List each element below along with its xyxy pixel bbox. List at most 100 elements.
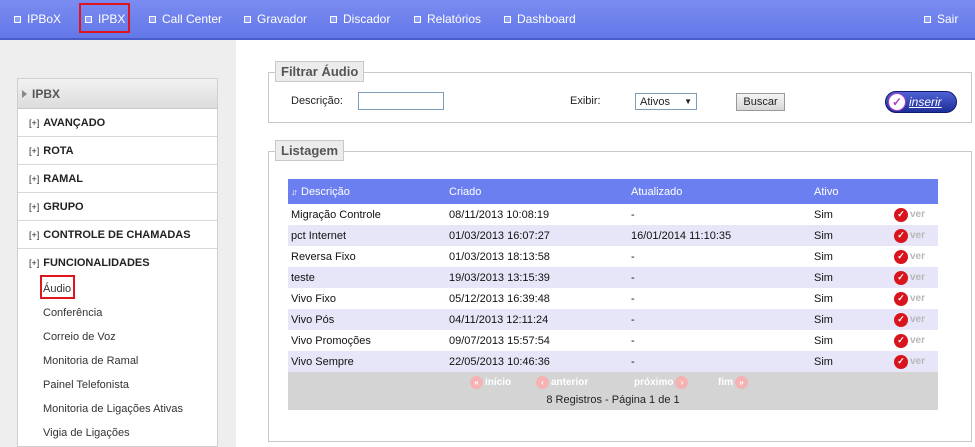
nav-item-dashboard[interactable]: Dashboard bbox=[504, 12, 576, 26]
table-row: pct Internet 01/03/2013 16:07:27 16/01/2… bbox=[288, 225, 938, 246]
ver-link[interactable]: ✓ ver bbox=[894, 333, 938, 348]
table-row: Migração Controle 08/11/2013 10:08:19 - … bbox=[288, 204, 938, 225]
ver-label: ver bbox=[910, 272, 926, 283]
buscar-button[interactable]: Buscar bbox=[736, 93, 785, 111]
highlight-box-ipbx bbox=[79, 3, 130, 33]
cell-ativo: Sim bbox=[814, 271, 833, 284]
exibir-select[interactable]: Ativos ▼ bbox=[635, 93, 697, 110]
cell-criado: 01/03/2013 18:13:58 bbox=[449, 250, 550, 263]
descricao-label: Descrição: bbox=[291, 95, 343, 107]
cell-ativo: Sim bbox=[814, 208, 833, 221]
nav-bullet-icon bbox=[149, 15, 156, 23]
pager-previous-label: anterior bbox=[551, 377, 589, 388]
ver-link[interactable]: ✓ ver bbox=[894, 291, 938, 306]
sidebar-item-correio-de-voz[interactable]: Correio de Voz bbox=[18, 325, 217, 349]
descricao-input[interactable] bbox=[358, 92, 444, 110]
cell-descricao: Vivo Promoções bbox=[291, 334, 371, 347]
ver-label: ver bbox=[910, 293, 926, 304]
sidebar-item-painel-telefonista[interactable]: Painel Telefonista bbox=[18, 373, 217, 397]
inserir-button[interactable]: ✓ inserir bbox=[885, 91, 957, 113]
nav-item-label: Relatórios bbox=[427, 12, 482, 26]
filter-legend: Filtrar Áudio bbox=[275, 61, 365, 82]
table-row: Vivo Sempre 22/05/2013 10:46:36 - Sim ✓ v… bbox=[288, 351, 938, 372]
nav-bullet-icon bbox=[414, 15, 421, 23]
pager-last[interactable]: fim» bbox=[718, 376, 748, 389]
pager-next[interactable]: próximo › bbox=[634, 376, 689, 389]
ver-link[interactable]: ✓ ver bbox=[894, 354, 938, 369]
main-content: Filtrar Áudio Descrição: Exibir: Ativos … bbox=[236, 40, 975, 447]
sidebar-category-ramal[interactable]: [+] RAMAL bbox=[18, 165, 217, 193]
cell-descricao: Vivo Sempre bbox=[291, 355, 354, 368]
pager-previous[interactable]: ‹ anterior bbox=[536, 376, 588, 389]
cell-atualizado: - bbox=[631, 334, 635, 347]
table-row: teste 19/03/2013 13:15:39 - Sim ✓ ver bbox=[288, 267, 938, 288]
sidebar-category-label: FUNCIONALIDADES bbox=[43, 257, 150, 269]
sidebar-category-funcionalidades[interactable]: [+] FUNCIONALIDADES bbox=[18, 249, 217, 277]
nav-item-label: Dashboard bbox=[517, 12, 576, 26]
nav-item-discador[interactable]: Discador bbox=[330, 12, 390, 26]
column-header-ativo[interactable]: Ativo bbox=[814, 186, 894, 198]
sidebar-category-avancado[interactable]: [+] AVANÇADO bbox=[18, 109, 217, 137]
pager-last-label: fim bbox=[718, 377, 733, 388]
check-circle-icon: ✓ bbox=[894, 312, 908, 327]
nav-item-gravador[interactable]: Gravador bbox=[244, 12, 307, 26]
cell-atualizado: - bbox=[631, 292, 635, 305]
column-header-descricao[interactable]: ↓↑ Descrição bbox=[288, 186, 449, 198]
sidebar-category-grupo[interactable]: [+] GRUPO bbox=[18, 193, 217, 221]
expand-icon: [+] bbox=[29, 145, 40, 156]
column-header-atualizado[interactable]: Atualizado bbox=[631, 186, 814, 198]
sidebar-category-controle-de-chamadas[interactable]: [+] CONTROLE DE CHAMADAS bbox=[18, 221, 217, 249]
cell-ativo: Sim bbox=[814, 229, 833, 242]
table-row: Reversa Fixo 01/03/2013 18:13:58 - Sim ✓… bbox=[288, 246, 938, 267]
nav-bullet-icon bbox=[14, 15, 21, 23]
exibir-label: Exibir: bbox=[570, 95, 601, 107]
ver-link[interactable]: ✓ ver bbox=[894, 312, 938, 327]
logout-link[interactable]: Sair bbox=[924, 12, 958, 26]
expand-icon: [+] bbox=[29, 229, 40, 240]
nav-bullet-icon bbox=[244, 15, 251, 23]
nav-item-label: Discador bbox=[343, 12, 391, 26]
sort-arrows-icon[interactable]: ↓↑ bbox=[291, 187, 298, 197]
triangle-right-icon bbox=[22, 89, 27, 98]
sidebar-menu: IPBX [+] AVANÇADO [+] ROTA [+] RAMAL [+] GRU… bbox=[17, 78, 218, 447]
sidebar-header[interactable]: IPBX bbox=[18, 79, 217, 109]
sidebar-category-label: ROTA bbox=[43, 144, 74, 157]
sidebar-category-label: CONTROLE DE CHAMADAS bbox=[43, 228, 191, 241]
sidebar-item-vigia-de-ligacoes[interactable]: Vigia de Ligações bbox=[18, 421, 217, 445]
nav-bullet-icon bbox=[924, 15, 931, 23]
cell-descricao: Vivo Pós bbox=[291, 313, 335, 326]
sidebar-item-conferencia[interactable]: Conferência bbox=[18, 301, 217, 325]
cell-ativo: Sim bbox=[814, 250, 833, 263]
nav-item-ipbox[interactable]: IPBoX bbox=[14, 12, 61, 26]
check-circle-icon: ✓ bbox=[894, 291, 908, 306]
ver-label: ver bbox=[910, 251, 926, 262]
sidebar-category-label: GRUPO bbox=[43, 200, 84, 213]
nav-item-call-center[interactable]: Call Center bbox=[149, 12, 222, 26]
sidebar-item-label: Monitoria de Ramal bbox=[43, 355, 139, 367]
sidebar-item-monitoria-de-ramal[interactable]: Monitoria de Ramal bbox=[18, 349, 217, 373]
table-row: Vivo Promoções 09/07/2013 15:57:54 - Sim… bbox=[288, 330, 938, 351]
cell-atualizado: - bbox=[631, 208, 635, 221]
table-row: Vivo Fixo 05/12/2013 16:39:48 - Sim ✓ ver bbox=[288, 288, 938, 309]
buscar-button-label: Buscar bbox=[743, 96, 778, 108]
ver-link[interactable]: ✓ ver bbox=[894, 207, 938, 222]
check-circle-icon: ✓ bbox=[894, 228, 908, 243]
sidebar-item-monitoria-de-ligacoes-ativas[interactable]: Monitoria de Ligações Ativas bbox=[18, 397, 217, 421]
ver-label: ver bbox=[910, 335, 926, 346]
cell-atualizado: - bbox=[631, 271, 635, 284]
pager-first[interactable]: «início bbox=[470, 376, 511, 389]
ver-label: ver bbox=[910, 356, 926, 367]
exibir-selected-value: Ativos bbox=[640, 95, 670, 108]
nav-item-relatorios[interactable]: Relatórios bbox=[414, 12, 481, 26]
cell-criado: 22/05/2013 10:46:36 bbox=[449, 355, 550, 368]
sidebar-category-rota[interactable]: [+] ROTA bbox=[18, 137, 217, 165]
ver-link[interactable]: ✓ ver bbox=[894, 228, 938, 243]
ver-link[interactable]: ✓ ver bbox=[894, 249, 938, 264]
filter-fieldset: Filtrar Áudio Descrição: Exibir: Ativos … bbox=[268, 61, 972, 123]
column-header-label: Descrição bbox=[301, 185, 350, 198]
column-header-criado[interactable]: Criado bbox=[449, 186, 631, 198]
cell-ativo: Sim bbox=[814, 292, 833, 305]
cell-criado: 09/07/2013 15:57:54 bbox=[449, 334, 550, 347]
left-panel: IPBX [+] AVANÇADO [+] ROTA [+] RAMAL [+] GRU… bbox=[0, 40, 236, 447]
ver-link[interactable]: ✓ ver bbox=[894, 270, 938, 285]
